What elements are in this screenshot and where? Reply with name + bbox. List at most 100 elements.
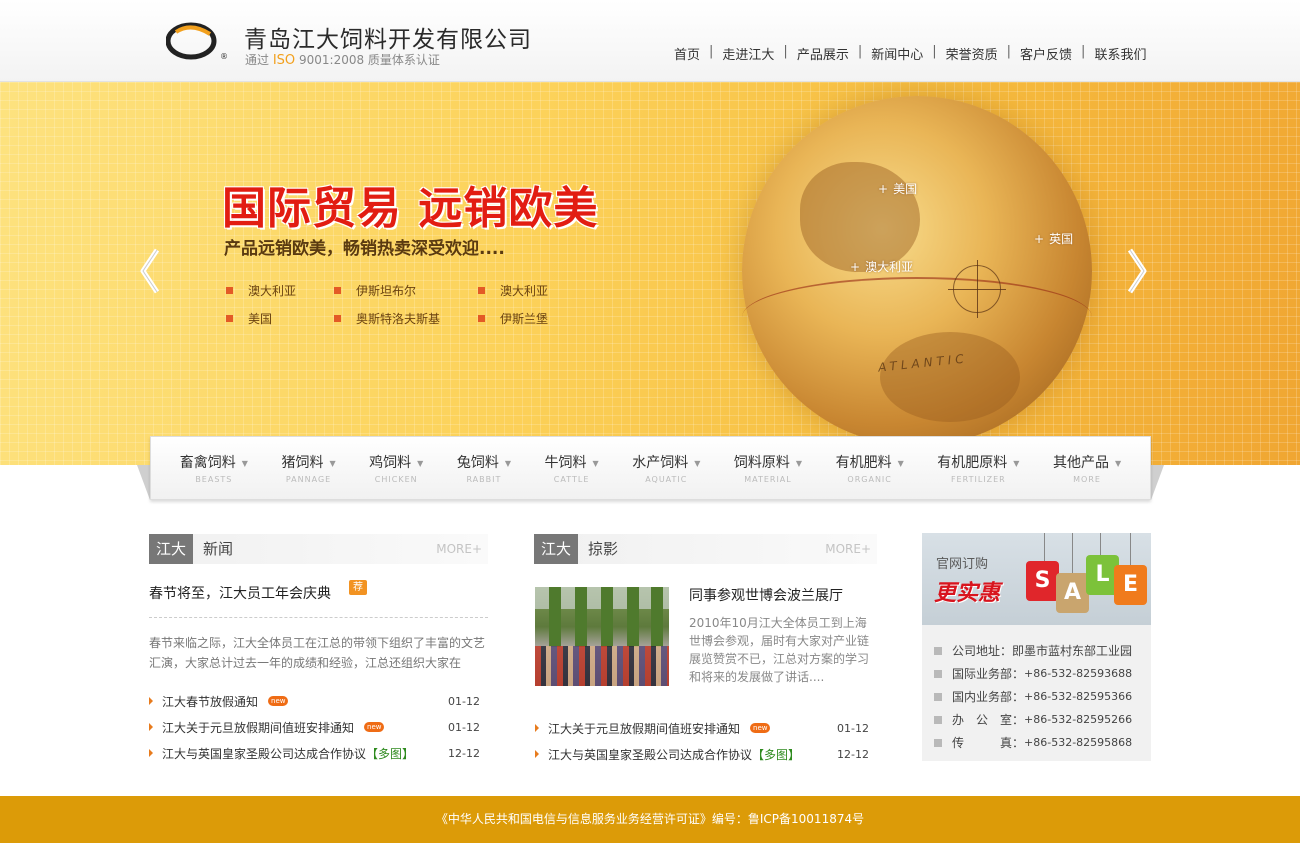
category-beasts[interactable]: 畜禽饲料 ▼ BEASTS — [180, 452, 248, 484]
new-badge: new — [364, 722, 385, 732]
contact-label: 传 真： — [952, 736, 1025, 750]
chevron-down-icon: ▼ — [417, 458, 424, 468]
country-name: 奥斯特洛夫斯基 — [356, 312, 441, 326]
photo-pillar — [575, 587, 587, 647]
news-feature-summary: 春节来临之际，江大全体员工在江总的带领下组织了丰富的文艺汇演，大家总计过去一年的… — [149, 636, 486, 670]
arrow-bullet-icon — [149, 749, 153, 757]
nav-contact[interactable]: 联系我们 — [1094, 44, 1146, 63]
banner-prev-arrow-icon[interactable] — [139, 248, 161, 294]
list-item[interactable]: 江大与英国皇家圣殿公司达成合作协议 【多图】 12-12 — [149, 740, 488, 766]
contact-fax: 传 真： +86-532-82595868 — [922, 731, 1151, 754]
plus-icon: + — [1034, 232, 1045, 246]
country-item[interactable]: 奥斯特洛夫斯基 — [334, 310, 478, 327]
globe-continent — [800, 162, 920, 272]
country-item[interactable]: 伊斯兰堡 — [478, 310, 586, 327]
category-bar: 畜禽饲料 ▼ BEASTS 猪饲料 ▼ PANNAGE 鸡饲料 ▼ CHICKEN 兔饲料 ▼… — [150, 436, 1151, 500]
globe-label-text: 美国 — [893, 182, 918, 196]
nav-feedback[interactable]: 客户反馈 — [1020, 44, 1072, 63]
category-fertilizer[interactable]: 有机肥原料 ▼ FERTILIZER — [937, 452, 1019, 484]
new-badge: new — [750, 723, 771, 733]
list-item-date: 01-12 — [837, 721, 869, 735]
bullet-icon — [478, 315, 485, 322]
category-label: 水产饲料 — [632, 455, 689, 471]
tag-string — [1072, 533, 1073, 573]
list-item[interactable]: 江大春节放假通知 new 01-12 — [149, 688, 488, 714]
country-item[interactable]: 澳大利亚 — [226, 282, 334, 299]
nav-separator: | — [709, 44, 714, 59]
nav-about[interactable]: 走进江大 — [722, 44, 774, 63]
plus-icon: + — [850, 260, 861, 274]
chevron-down-icon: ▼ — [241, 458, 248, 468]
contact-label: 办 公 室： — [952, 713, 1025, 727]
bullet-icon — [334, 315, 341, 322]
list-item-title: 江大与英国皇家圣殿公司达成合作协议 — [162, 746, 367, 761]
photo-feature-title[interactable]: 同事参观世博会波兰展厅 — [689, 585, 843, 605]
tag-string — [1100, 533, 1101, 555]
nav-separator: | — [783, 44, 788, 59]
contact-intl-dept: 国际业务部： +86-532-82593688 — [922, 662, 1151, 685]
sale-banner-ad[interactable]: 官网订购 更实惠 S A L E — [922, 533, 1151, 625]
iso-prefix: 通过 — [245, 53, 270, 67]
sale-tag-a: A — [1056, 573, 1089, 613]
list-item[interactable]: 江大与英国皇家圣殿公司达成合作协议 【多图】 12-12 — [535, 741, 877, 767]
banner-next-arrow-icon[interactable] — [1126, 248, 1148, 294]
list-item[interactable]: 江大关于元旦放假期间值班安排通知 new 01-12 — [535, 715, 877, 741]
country-item[interactable]: 澳大利亚 — [478, 282, 586, 299]
list-item-date: 01-12 — [448, 720, 480, 734]
list-item[interactable]: 江大关于元旦放假期间值班安排通知 new 01-12 — [149, 714, 488, 740]
category-material[interactable]: 饲料原料 ▼ MATERIAL — [734, 452, 802, 484]
photo-pillar — [549, 587, 561, 647]
category-rabbit[interactable]: 兔饲料 ▼ RABBIT — [457, 452, 511, 484]
arrow-bullet-icon — [535, 724, 539, 732]
category-label-en: CHICKEN — [374, 475, 418, 484]
globe-label-australia[interactable]: + 澳大利亚 — [850, 258, 913, 275]
nav-news[interactable]: 新闻中心 — [871, 44, 923, 63]
category-bar-wing — [1151, 465, 1164, 500]
category-organic[interactable]: 有机肥料 ▼ ORGANIC — [836, 452, 904, 484]
banner-grid-pattern — [0, 82, 1300, 465]
category-pannage[interactable]: 猪饲料 ▼ PANNAGE — [281, 452, 335, 484]
category-label: 鸡饲料 — [369, 455, 412, 471]
category-label: 牛饲料 — [544, 455, 587, 471]
category-cattle[interactable]: 牛饲料 ▼ CATTLE — [545, 452, 599, 484]
nav-separator: | — [1081, 44, 1086, 59]
chevron-down-icon: ▼ — [504, 458, 511, 468]
category-label: 有机肥原料 — [937, 455, 1008, 471]
expo-photo[interactable] — [535, 587, 669, 686]
arrow-bullet-icon — [535, 750, 539, 758]
country-name: 伊斯坦布尔 — [356, 284, 417, 298]
site-footer: 《中华人民共和国电信与信息服务业务经营许可证》编号：鲁ICP备10011874号 — [0, 796, 1300, 843]
category-aquatic[interactable]: 水产饲料 ▼ AQUATIC — [632, 452, 700, 484]
country-item[interactable]: 美国 — [226, 310, 334, 327]
photo-pillar — [627, 587, 639, 647]
main-nav: 首页 | 走进江大 | 产品展示 | 新闻中心 | 荣誉资质 | 客户反馈 | … — [674, 44, 1146, 63]
hero-banner: ATLANTIC + 美国 + 英国 + 澳大利亚 国际贸易 远销欧美 产品远销欧美，… — [0, 82, 1300, 465]
category-label: 畜禽饲料 — [179, 455, 236, 471]
globe-label-usa[interactable]: + 美国 — [878, 180, 917, 197]
contact-value: 即墨市蓝村东部工业园 — [1012, 644, 1133, 658]
globe-label-uk[interactable]: + 英国 — [1034, 230, 1073, 247]
news-more-link[interactable]: MORE+ — [436, 534, 482, 564]
contact-domestic-dept: 国内业务部： +86-532-82595366 — [922, 685, 1151, 708]
contact-value: +86-532-82593688 — [1024, 667, 1133, 680]
category-chicken[interactable]: 鸡饲料 ▼ CHICKEN — [369, 452, 423, 484]
chevron-down-icon: ▼ — [1013, 458, 1020, 468]
nav-honors[interactable]: 荣誉资质 — [946, 44, 998, 63]
country-item[interactable]: 伊斯坦布尔 — [334, 282, 478, 299]
photos-more-link[interactable]: MORE+ — [825, 534, 871, 564]
category-label: 其他产品 — [1052, 455, 1109, 471]
banner-subline: 产品远销欧美，畅销热卖深受欢迎.... — [224, 239, 505, 259]
section-title: 新闻 — [203, 540, 234, 558]
category-bar-wing — [137, 465, 150, 500]
nav-separator: | — [1006, 44, 1012, 59]
globe-equator — [742, 277, 1092, 357]
globe-label-text: 澳大利亚 — [865, 260, 914, 274]
nav-products[interactable]: 产品展示 — [797, 44, 849, 63]
company-logo-icon[interactable] — [165, 20, 218, 62]
iso-certification: 通过 ISO 9001:2008 质量体系认证 — [245, 51, 440, 68]
nav-separator: | — [932, 44, 937, 59]
news-feature-title[interactable]: 春节将至，江大员工年会庆典 — [149, 583, 331, 603]
photo-pillar — [651, 587, 663, 647]
nav-home[interactable]: 首页 — [674, 44, 700, 63]
category-more[interactable]: 其他产品 ▼ MORE — [1053, 452, 1121, 484]
